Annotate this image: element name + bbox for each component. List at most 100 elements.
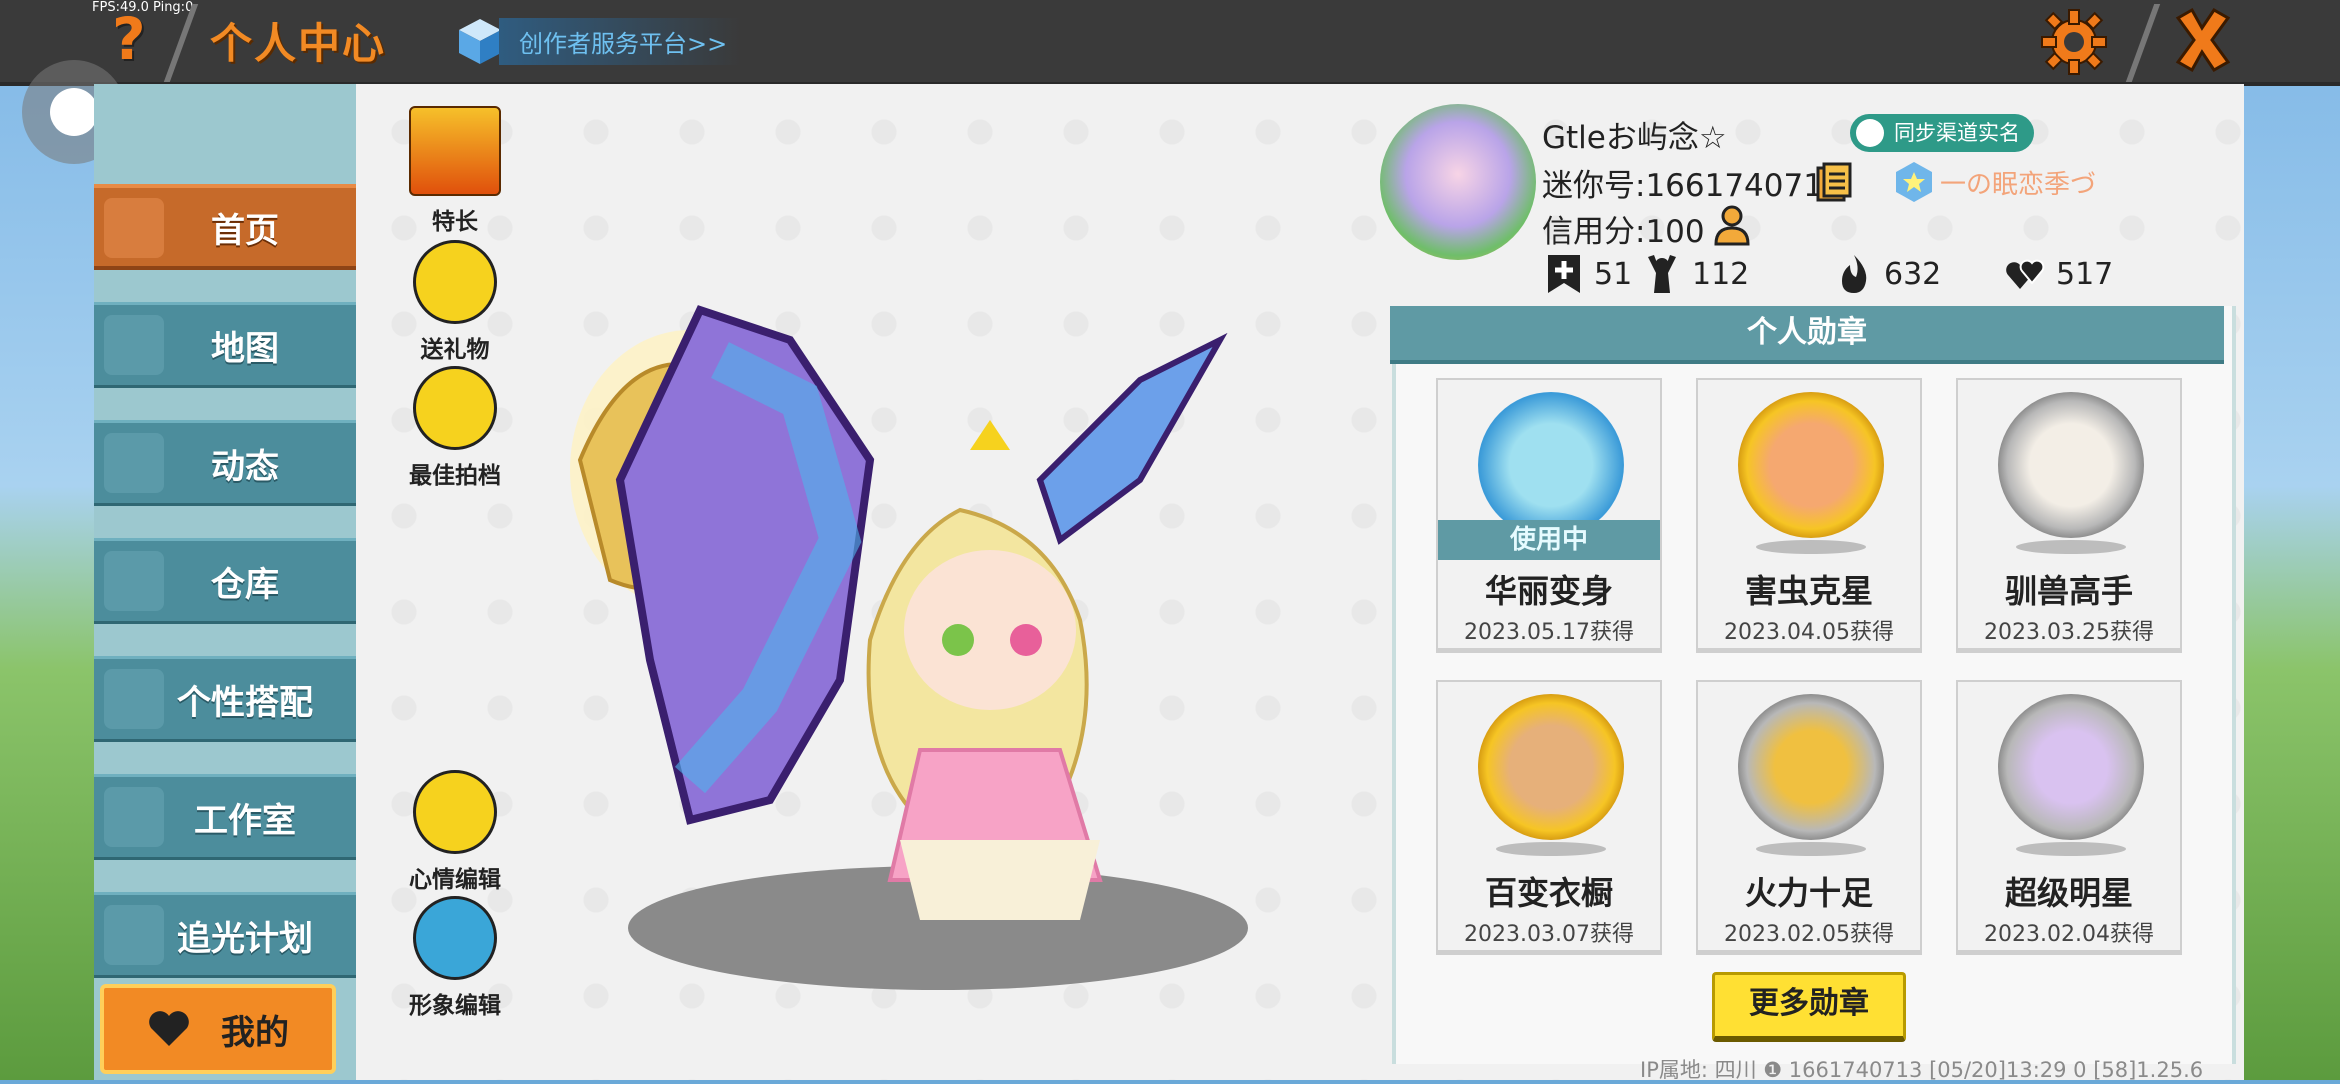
firepower-medal-icon — [1738, 694, 1884, 840]
cube-icon — [459, 19, 501, 64]
in-use-label: 使用中 — [1438, 520, 1660, 560]
person-credit-icon[interactable] — [1712, 204, 1752, 246]
badge-card[interactable]: 使用中 华丽变身 2023.05.17获得 — [1436, 378, 1662, 650]
sidebar-item-outfit[interactable]: 个性搭配 — [94, 656, 356, 742]
sidebar-item-map[interactable]: 地图 — [94, 302, 356, 388]
badge-name: 百变衣橱 — [1484, 874, 1613, 912]
hearts-icon — [2006, 259, 2045, 289]
badge-panel-title: 个人勋章 — [1390, 306, 2224, 364]
sidebar-item-warehouse[interactable]: 仓库 — [94, 538, 356, 624]
mood-edit-label: 心情编辑 — [409, 867, 501, 893]
badge-date: 2023.05.17获得 — [1464, 620, 1634, 645]
gift-button[interactable]: 送礼物 — [400, 240, 510, 364]
gift-label: 送礼物 — [420, 337, 490, 363]
badge-card[interactable]: 害虫克星 2023.04.05获得 — [1696, 378, 1922, 650]
badge-name: 害虫克星 — [1744, 572, 1873, 610]
badge-date: 2023.02.04获得 — [1984, 922, 2154, 947]
clan-name[interactable]: 一の眠恋季づ — [1940, 164, 2096, 201]
home-icon — [104, 198, 164, 258]
clan-badge-icon — [1896, 162, 1932, 202]
mine-label: 我的 — [221, 1012, 289, 1053]
transformation-medal-icon — [1478, 392, 1624, 538]
badge-date: 2023.03.07获得 — [1464, 922, 1634, 947]
pest-buster-medal-icon — [1738, 392, 1884, 538]
badge-date: 2023.04.05获得 — [1724, 620, 1894, 645]
stat-value: 517 — [2056, 256, 2114, 292]
top-bar: FPS:49.0 Ping:0 ? 个人中心 创作者服务平台>> — [0, 0, 2340, 86]
medal-shadow — [1496, 842, 1606, 856]
credit-score: 信用分:100 — [1542, 214, 1705, 250]
copy-icon[interactable] — [1816, 162, 1852, 202]
fans-cheer-icon — [1648, 255, 1676, 293]
best-partner-button[interactable]: 最佳拍档 — [400, 366, 510, 490]
medal-shadow — [1756, 842, 1866, 856]
look-edit-button[interactable]: 形象编辑 — [400, 896, 510, 1020]
gift-icon — [413, 240, 497, 324]
badge-card[interactable]: 火力十足 2023.02.05获得 — [1696, 680, 1922, 952]
spotlight-icon — [104, 905, 164, 965]
badge-card[interactable]: 驯兽高手 2023.03.25获得 — [1956, 378, 2182, 650]
question-mark-icon[interactable]: ? — [112, 8, 154, 70]
sidebar-item-label: 地图 — [211, 328, 279, 369]
edit-pencil-icon — [413, 770, 497, 854]
mine-button[interactable]: 我的 — [100, 984, 336, 1074]
sidebar-item-label: 追光计划 — [177, 918, 313, 959]
badge-name: 驯兽高手 — [2004, 572, 2133, 610]
close-x-icon[interactable] — [2166, 4, 2238, 76]
badge-name: 超级明星 — [2004, 874, 2133, 912]
beast-tamer-medal-icon — [1998, 392, 2144, 538]
sidebar-item-home[interactable]: 首页 — [94, 184, 356, 270]
stat-value: 51 — [1594, 256, 1633, 292]
sidebar-item-spotlight[interactable]: 追光计划 — [94, 892, 356, 978]
stat-popularity[interactable]: 632 — [1834, 252, 1941, 296]
bell-icon — [104, 433, 164, 493]
best-partner-label: 最佳拍档 — [409, 463, 501, 489]
medal-shadow — [1756, 540, 1866, 554]
stat-value: 112 — [1692, 256, 1750, 292]
stat-fans[interactable]: 112 — [1642, 252, 1749, 296]
profile-avatar[interactable] — [1380, 104, 1536, 260]
badge-name: 华丽变身 — [1484, 572, 1613, 610]
studio-icon — [104, 787, 164, 847]
page-title: 个人中心 — [210, 19, 387, 68]
warehouse-icon — [104, 551, 164, 611]
stat-likes[interactable]: 517 — [2006, 252, 2113, 296]
medal-shadow — [2016, 540, 2126, 554]
badge-date: 2023.03.25获得 — [1984, 620, 2154, 645]
more-badges-button[interactable]: 更多勋章 — [1712, 972, 1906, 1042]
stat-value: 632 — [1884, 256, 1942, 292]
heart-icon — [149, 1011, 189, 1046]
sidebar-item-label: 仓库 — [211, 564, 279, 605]
creator-platform-label: 创作者服务平台>> — [499, 17, 742, 65]
medal-shadow — [2016, 842, 2126, 856]
sidebar-item-feed[interactable]: 动态 — [94, 420, 356, 506]
specialty-button[interactable]: 特长 — [400, 106, 510, 236]
sync-realname-badge[interactable]: 同步渠道实名 — [1850, 114, 2034, 152]
sidebar-item-studio[interactable]: 工作室 — [94, 774, 356, 860]
gear-icon[interactable] — [2040, 8, 2108, 76]
mini-id: 迷你号:1661740713 — [1542, 168, 1843, 204]
bookmark-plus-icon — [1548, 255, 1580, 293]
flame-character-icon — [409, 106, 501, 196]
badge-date: 2023.02.05获得 — [1724, 922, 1894, 947]
badge-card[interactable]: 百变衣橱 2023.03.07获得 — [1436, 680, 1662, 952]
specialty-label: 特长 — [432, 209, 478, 235]
badge-card[interactable]: 超级明星 2023.02.04获得 — [1956, 680, 2182, 952]
outfit-icon — [104, 669, 164, 729]
stat-plus[interactable]: 51 — [1544, 252, 1632, 296]
sidebar-item-label: 工作室 — [194, 800, 296, 841]
fire-icon — [1842, 255, 1867, 293]
handshake-icon — [413, 366, 497, 450]
divider — [2125, 4, 2161, 82]
sidebar-item-label: 动态 — [211, 446, 279, 487]
sidebar-item-label: 个性搭配 — [177, 682, 313, 723]
mood-edit-button[interactable]: 心情编辑 — [400, 770, 510, 894]
wardrobe-medal-icon — [1478, 694, 1624, 840]
divider — [163, 4, 199, 82]
outfit-shirt-icon — [413, 896, 497, 980]
map-icon — [104, 315, 164, 375]
badge-name: 火力十足 — [1744, 874, 1873, 912]
superstar-medal-icon — [1998, 694, 2144, 840]
character-avatar-illustration[interactable] — [540, 280, 1260, 920]
creator-platform-link[interactable]: 创作者服务平台>> — [455, 14, 742, 68]
